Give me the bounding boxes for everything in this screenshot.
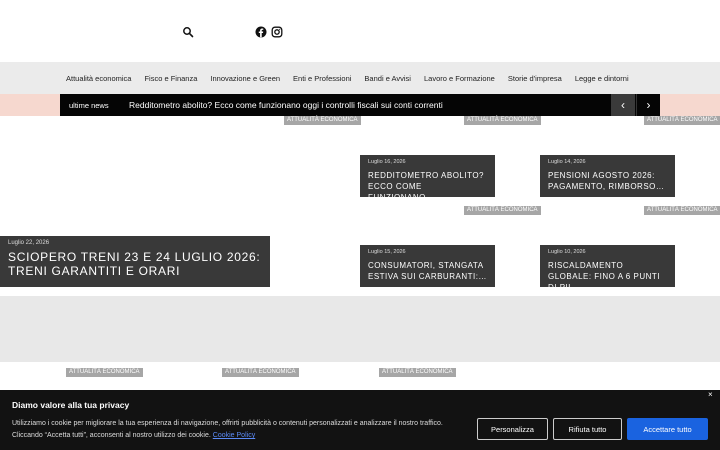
category-tag[interactable]: ATTUALITÀ ECONOMICA <box>464 206 541 215</box>
category-tag[interactable]: ATTUALITÀ ECONOMICA <box>644 206 720 215</box>
ticker-headline-link[interactable]: Redditometro abolito? Ecco come funziona… <box>129 100 443 110</box>
accept-all-button[interactable]: Accettare tutto <box>627 418 708 440</box>
ticker-prev-button[interactable]: ‹ <box>611 94 635 116</box>
featured-article-card[interactable]: Luglio 22, 2026 Sciopero treni 23 e 24 l… <box>0 236 270 287</box>
article-date: Luglio 15, 2026 <box>368 249 406 255</box>
article-date: Luglio 16, 2026 <box>368 159 406 165</box>
article-card[interactable]: Luglio 10, 2026 Riscaldamento globale: f… <box>540 245 675 292</box>
category-tag[interactable]: ATTUALITÀ ECONOMICA <box>464 116 541 125</box>
article-title[interactable]: Riscaldamento globale: fino a 6 punti di… <box>548 260 667 293</box>
customize-button[interactable]: Personalizza <box>477 418 548 440</box>
article-title[interactable]: Sciopero treni 23 e 24 luglio 2026: tren… <box>8 250 262 278</box>
cookie-banner: × Diamo valore alla tua privacy Utilizzi… <box>0 390 720 450</box>
article-card[interactable]: Luglio 15, 2026 Consumatori, stangata es… <box>360 245 495 287</box>
article-date: Luglio 10, 2026 <box>548 249 586 255</box>
category-tag[interactable]: ATTUALITÀ ECONOMICA <box>379 368 456 377</box>
nav-item-innovazione-green[interactable]: Innovazione e Green <box>210 74 280 83</box>
nav-item-fisco-finanza[interactable]: Fisco e Finanza <box>144 74 197 83</box>
article-date: Luglio 14, 2026 <box>548 159 586 165</box>
cookie-policy-link[interactable]: Cookie Policy <box>213 432 255 439</box>
category-tag[interactable]: ATTUALITÀ ECONOMICA <box>66 368 143 377</box>
chevron-right-icon: › <box>646 98 651 112</box>
nav-item-attualita-economica[interactable]: Attualità economica <box>66 74 131 83</box>
search-icon[interactable] <box>182 26 194 38</box>
nav-item-lavoro-formazione[interactable]: Lavoro e Formazione <box>424 74 495 83</box>
facebook-icon[interactable] <box>255 26 267 38</box>
cookie-description: Utilizziamo i cookie per migliorare la t… <box>12 418 474 442</box>
ad-placeholder <box>0 296 720 362</box>
category-tag[interactable]: ATTUALITÀ ECONOMICA <box>284 116 361 125</box>
category-tag[interactable]: ATTUALITÀ ECONOMICA <box>222 368 299 377</box>
site-header <box>0 0 720 62</box>
article-card[interactable]: Luglio 16, 2026 Redditometro abolito? Ec… <box>360 155 495 202</box>
nav-item-bandi-avvisi[interactable]: Bandi e Avvisi <box>364 74 411 83</box>
close-icon[interactable]: × <box>708 390 713 399</box>
article-card[interactable]: Luglio 14, 2026 Pensioni agosto 2026: pa… <box>540 155 675 197</box>
category-tag[interactable]: ATTUALITÀ ECONOMICA <box>644 116 720 125</box>
article-title[interactable]: Redditometro abolito? Ecco come funziona… <box>368 170 487 203</box>
reject-all-button[interactable]: Rifiuta tutto <box>553 418 622 440</box>
article-title[interactable]: Pensioni agosto 2026: pagamento, rimbors… <box>548 170 667 192</box>
instagram-icon[interactable] <box>271 26 283 38</box>
chevron-left-icon: ‹ <box>621 98 625 112</box>
cookie-title: Diamo valore alla tua privacy <box>12 400 130 410</box>
nav-item-enti-professioni[interactable]: Enti e Professioni <box>293 74 351 83</box>
news-ticker: ultime news Redditometro abolito? Ecco c… <box>60 94 660 116</box>
article-title[interactable]: Consumatori, stangata estiva sui carbura… <box>368 260 487 282</box>
article-date: Luglio 22, 2026 <box>8 240 50 246</box>
nav-item-legge-dintorni[interactable]: Legge e dintorni <box>575 74 629 83</box>
ticker-label: ultime news <box>69 100 109 110</box>
nav-item-storie-impresa[interactable]: Storie d'impresa <box>508 74 562 83</box>
main-nav: Attualità economica Fisco e Finanza Inno… <box>0 62 720 94</box>
ticker-next-button[interactable]: › <box>636 94 660 116</box>
